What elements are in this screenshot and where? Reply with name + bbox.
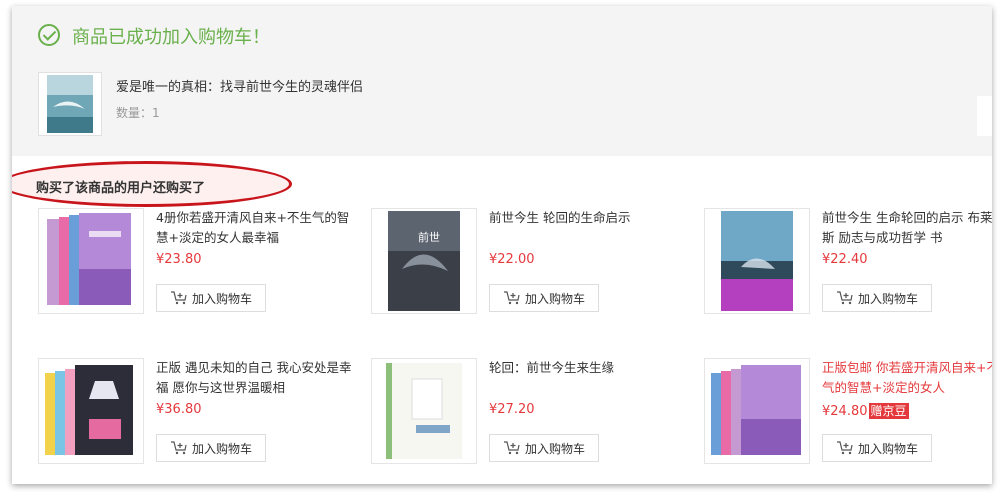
add-to-cart-button[interactable]: 加入购物车 bbox=[822, 284, 932, 312]
add-to-cart-button[interactable]: 加入购物车 bbox=[156, 434, 266, 462]
add-to-cart-button[interactable]: 加入购物车 bbox=[489, 284, 599, 312]
add-to-cart-button[interactable]: 加入购物车 bbox=[822, 434, 932, 462]
product-image[interactable] bbox=[38, 358, 144, 464]
add-to-cart-button[interactable]: 加入购物车 bbox=[489, 434, 599, 462]
success-header: 商品已成功加入购物车！ 爱是唯一的真相：找寻前世今生的灵魂伴侣 数量：1 bbox=[12, 6, 992, 156]
product-name[interactable]: 轮回：前世今生来生缘 bbox=[489, 358, 685, 398]
cart-plus-icon bbox=[170, 291, 187, 305]
product-price: ¥23.80 bbox=[156, 252, 202, 267]
product-image[interactable] bbox=[371, 358, 477, 464]
add-to-cart-label: 加入购物车 bbox=[524, 441, 585, 456]
cart-plus-icon bbox=[503, 441, 520, 455]
cart-plus-icon bbox=[836, 441, 853, 455]
product-name[interactable]: 正版 遇见未知的自己 我心安处是幸福 愿你与这世界温暖相 bbox=[156, 358, 352, 398]
product-price: ¥24.80 赠京豆 bbox=[822, 402, 909, 419]
product-image[interactable] bbox=[38, 208, 144, 314]
product-price: ¥22.40 bbox=[822, 252, 868, 267]
cart-plus-icon bbox=[503, 291, 520, 305]
jingdou-badge: 赠京豆 bbox=[868, 403, 909, 419]
product-card: 4册你若盛开清风自来+不生气的智慧+淡定的女人最幸福 ¥23.80 加入购物车 bbox=[38, 208, 358, 318]
quantity-value: 1 bbox=[152, 106, 160, 120]
product-name[interactable]: 前世今生 轮回的生命启示 bbox=[489, 208, 685, 248]
added-product-image[interactable] bbox=[38, 72, 102, 136]
product-card: 正版包邮 你若盛开清风自来+不生气的智慧+淡定的女人 ¥24.80赠京豆 加入购… bbox=[704, 358, 992, 468]
product-card: 正版 遇见未知的自己 我心安处是幸福 愿你与这世界温暖相 ¥36.80 加入购物… bbox=[38, 358, 358, 468]
add-to-cart-label: 加入购物车 bbox=[857, 441, 918, 456]
product-image[interactable] bbox=[704, 358, 810, 464]
product-price: ¥27.20 bbox=[489, 402, 535, 417]
product-name[interactable]: 前世今生 生命轮回的启示 布莱恩魏斯 励志与成功哲学 书 bbox=[822, 208, 992, 248]
product-image[interactable]: 前世 bbox=[371, 208, 477, 314]
cart-plus-icon bbox=[170, 441, 187, 455]
also-bought-heading: 购买了该商品的用户还购买了 bbox=[36, 181, 206, 196]
product-price: ¥36.80 bbox=[156, 402, 202, 417]
product-card: 前世 前世今生 轮回的生命启示 ¥22.00 加入购物车 bbox=[371, 208, 691, 318]
added-product-quantity: 数量：1 bbox=[116, 104, 160, 121]
product-card: 轮回：前世今生来生缘 ¥27.20 加入购物车 bbox=[371, 358, 691, 468]
cart-success-panel: 商品已成功加入购物车！ 爱是唯一的真相：找寻前世今生的灵魂伴侣 数量：1 购买了… bbox=[12, 6, 992, 484]
product-card: 前世今生 生命轮回的启示 布莱恩魏斯 励志与成功哲学 书 ¥22.40 加入购物… bbox=[704, 208, 992, 318]
add-to-cart-button[interactable]: 加入购物车 bbox=[156, 284, 266, 312]
product-image[interactable] bbox=[704, 208, 810, 314]
add-to-cart-label: 加入购物车 bbox=[524, 291, 585, 306]
check-circle-icon bbox=[38, 24, 60, 46]
svg-text:前世: 前世 bbox=[418, 230, 440, 244]
price-value: ¥24.80 bbox=[822, 404, 868, 419]
add-to-cart-label: 加入购物车 bbox=[857, 291, 918, 306]
add-to-cart-label: 加入购物车 bbox=[191, 291, 252, 306]
side-edge bbox=[977, 96, 992, 136]
success-title: 商品已成功加入购物车！ bbox=[72, 27, 270, 48]
add-to-cart-label: 加入购物车 bbox=[191, 441, 252, 456]
cart-plus-icon bbox=[836, 291, 853, 305]
product-price: ¥22.00 bbox=[489, 252, 535, 267]
quantity-label: 数量： bbox=[116, 106, 153, 120]
product-name[interactable]: 4册你若盛开清风自来+不生气的智慧+淡定的女人最幸福 bbox=[156, 208, 352, 248]
product-name[interactable]: 正版包邮 你若盛开清风自来+不生气的智慧+淡定的女人 bbox=[822, 358, 992, 398]
added-product-title[interactable]: 爱是唯一的真相：找寻前世今生的灵魂伴侣 bbox=[116, 76, 363, 95]
